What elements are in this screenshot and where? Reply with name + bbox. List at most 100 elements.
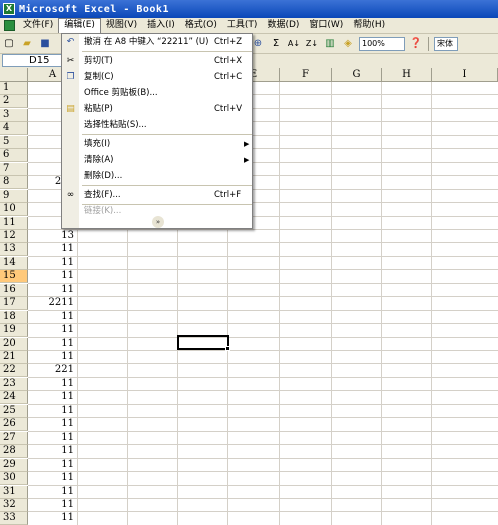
cell-a27[interactable]: 11 bbox=[28, 432, 77, 445]
row-header-12[interactable]: 12 bbox=[0, 229, 28, 243]
row-header-24[interactable]: 24 bbox=[0, 391, 28, 405]
chart-wizard-icon[interactable]: ▥ bbox=[322, 36, 338, 52]
row-header-2[interactable]: 2 bbox=[0, 95, 28, 109]
row-header-14[interactable]: 14 bbox=[0, 256, 28, 270]
row-header-25[interactable]: 25 bbox=[0, 404, 28, 418]
row-header-20[interactable]: 20 bbox=[0, 337, 28, 351]
cell-a18[interactable]: 11 bbox=[28, 311, 77, 324]
menu-view[interactable]: 视图(V) bbox=[101, 18, 142, 33]
cell-a32[interactable]: 11 bbox=[28, 499, 77, 512]
menu-item-office-clipboard[interactable]: Office 剪贴板(B)... bbox=[62, 85, 252, 101]
menu-window[interactable]: 窗口(W) bbox=[304, 18, 348, 33]
cell-a19[interactable]: 11 bbox=[28, 324, 77, 337]
binoculars-icon: ∞ bbox=[66, 190, 75, 200]
menu-item-cut[interactable]: ✂ 剪切(T) Ctrl+X bbox=[62, 53, 252, 69]
menu-item-fill[interactable]: 填充(I) ▶ bbox=[62, 136, 252, 152]
column-header-g[interactable]: G bbox=[332, 68, 382, 82]
menu-item-paste-special[interactable]: 选择性粘贴(S)... bbox=[62, 117, 252, 133]
row-header-30[interactable]: 30 bbox=[0, 472, 28, 486]
window-title: Microsoft Excel - Book1 bbox=[19, 3, 169, 15]
zoom-select[interactable]: 100% bbox=[359, 36, 405, 51]
row-header-18[interactable]: 18 bbox=[0, 310, 28, 324]
row-header-29[interactable]: 29 bbox=[0, 458, 28, 472]
row-header-8[interactable]: 8 bbox=[0, 176, 28, 190]
active-cell-d15[interactable] bbox=[177, 335, 230, 351]
menu-item-copy[interactable]: ❐ 复制(C) Ctrl+C bbox=[62, 69, 252, 85]
menu-file[interactable]: 文件(F) bbox=[18, 18, 58, 33]
row-header-26[interactable]: 26 bbox=[0, 418, 28, 432]
menu-item-undo[interactable]: ↶ 撤消 在 A8 中键入 “22211” (U) Ctrl+Z bbox=[62, 34, 252, 50]
cell-a12[interactable]: 13 bbox=[28, 230, 77, 243]
gridline bbox=[28, 484, 498, 486]
row-header-9[interactable]: 9 bbox=[0, 189, 28, 203]
cell-a13[interactable]: 11 bbox=[28, 243, 77, 256]
row-header-33[interactable]: 33 bbox=[0, 512, 28, 525]
column-header-i[interactable]: I bbox=[432, 68, 498, 82]
cell-a30[interactable]: 11 bbox=[28, 472, 77, 485]
row-header-32[interactable]: 32 bbox=[0, 498, 28, 512]
row-header-4[interactable]: 4 bbox=[0, 122, 28, 136]
menu-item-find[interactable]: ∞ 查找(F)... Ctrl+F bbox=[62, 187, 252, 203]
row-header-16[interactable]: 16 bbox=[0, 283, 28, 297]
row-header-28[interactable]: 28 bbox=[0, 445, 28, 459]
row-header-7[interactable]: 7 bbox=[0, 162, 28, 176]
gridline bbox=[28, 296, 498, 298]
row-header-6[interactable]: 6 bbox=[0, 149, 28, 163]
menu-insert[interactable]: 插入(I) bbox=[142, 18, 180, 33]
new-file-icon[interactable]: ▢ bbox=[1, 36, 17, 52]
menu-help[interactable]: 帮助(H) bbox=[348, 18, 390, 33]
row-header-5[interactable]: 5 bbox=[0, 135, 28, 149]
menu-format[interactable]: 格式(O) bbox=[180, 18, 222, 33]
row-header-23[interactable]: 23 bbox=[0, 377, 28, 391]
menu-excel-icon[interactable] bbox=[0, 19, 18, 33]
menu-data[interactable]: 数据(D) bbox=[262, 18, 304, 33]
cell-a24[interactable]: 11 bbox=[28, 391, 77, 404]
name-box[interactable]: D15 bbox=[2, 54, 62, 67]
cell-a33[interactable]: 11 bbox=[28, 512, 77, 525]
sort-ascending-icon[interactable]: A↓ bbox=[286, 36, 302, 52]
row-header-31[interactable]: 31 bbox=[0, 485, 28, 499]
row-header-10[interactable]: 10 bbox=[0, 203, 28, 217]
column-header-h[interactable]: H bbox=[382, 68, 432, 82]
row-header-19[interactable]: 19 bbox=[0, 324, 28, 338]
cell-a17[interactable]: 2211 bbox=[28, 297, 77, 310]
expand-menu-chevron-icon[interactable]: » bbox=[152, 216, 164, 228]
open-folder-icon[interactable]: ▰ bbox=[19, 36, 35, 52]
cell-a22[interactable]: 221 bbox=[28, 364, 77, 377]
menu-item-paste[interactable]: ▤ 粘贴(P) Ctrl+V bbox=[62, 101, 252, 117]
cell-a15[interactable]: 11 bbox=[28, 270, 77, 283]
autosum-icon[interactable]: Σ bbox=[268, 36, 284, 52]
font-select[interactable]: 宋体 bbox=[434, 36, 458, 51]
select-all-corner[interactable] bbox=[0, 68, 28, 82]
cell-a28[interactable]: 11 bbox=[28, 445, 77, 458]
menu-item-delete[interactable]: 删除(D)... bbox=[62, 168, 252, 184]
save-icon[interactable]: ■ bbox=[37, 36, 53, 52]
cell-a16[interactable]: 11 bbox=[28, 284, 77, 297]
column-header-f[interactable]: F bbox=[280, 68, 332, 82]
menu-tools[interactable]: 工具(T) bbox=[222, 18, 263, 33]
row-header-21[interactable]: 21 bbox=[0, 351, 28, 364]
drawing-icon[interactable]: ◈ bbox=[340, 36, 356, 52]
gridline bbox=[28, 390, 498, 392]
cell-a31[interactable]: 11 bbox=[28, 486, 77, 499]
row-header-1[interactable]: 1 bbox=[0, 82, 28, 95]
cell-a26[interactable]: 11 bbox=[28, 418, 77, 431]
menu-item-clear[interactable]: 清除(A) ▶ bbox=[62, 152, 252, 168]
row-header-17[interactable]: 17 bbox=[0, 297, 28, 311]
fill-handle[interactable] bbox=[225, 346, 230, 351]
cell-a25[interactable]: 11 bbox=[28, 405, 77, 418]
row-header-3[interactable]: 3 bbox=[0, 108, 28, 122]
cell-a20[interactable]: 11 bbox=[28, 338, 77, 351]
row-header-27[interactable]: 27 bbox=[0, 431, 28, 445]
cell-a23[interactable]: 11 bbox=[28, 378, 77, 391]
row-header-13[interactable]: 13 bbox=[0, 243, 28, 257]
help-icon[interactable]: ❓ bbox=[408, 36, 424, 52]
cell-a14[interactable]: 11 bbox=[28, 257, 77, 270]
cell-a29[interactable]: 11 bbox=[28, 459, 77, 472]
cell-a21[interactable]: 11 bbox=[28, 351, 77, 364]
row-header-22[interactable]: 22 bbox=[0, 364, 28, 378]
row-header-15[interactable]: 15 bbox=[0, 270, 28, 284]
row-header-11[interactable]: 11 bbox=[0, 216, 28, 230]
sort-descending-icon[interactable]: Z↓ bbox=[304, 36, 320, 52]
menu-edit[interactable]: 编辑(E) bbox=[58, 18, 101, 33]
